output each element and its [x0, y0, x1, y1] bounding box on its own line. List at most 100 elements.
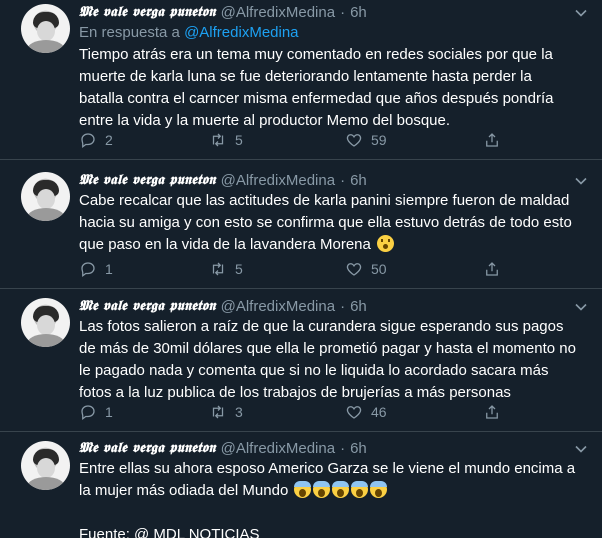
screaming-face-icon	[313, 481, 331, 498]
tweet-text-line: que paso en la vida de la lavandera More…	[79, 234, 589, 256]
reply-prefix: En respuesta a	[79, 24, 180, 41]
avatar-shoulders	[27, 477, 65, 490]
tweet-text: Cabe recalcar que las actitudes de karla…	[79, 190, 589, 256]
tweet-text: Las fotos salieron a raíz de que la cura…	[79, 316, 589, 404]
tweet-text-line: Entre ellas su ahora esposo Americo Garz…	[79, 460, 576, 477]
tweet-actions: 1 5 50	[79, 259, 509, 279]
hushed-face-icon	[377, 235, 395, 252]
avatar[interactable]	[21, 298, 70, 347]
retweet-icon	[212, 133, 224, 147]
timestamp[interactable]: 6h	[350, 4, 367, 21]
tweet-thread: 𝕸𝖊 𝖛𝖆𝖑𝖊 𝖛𝖊𝖗𝖌𝖆 𝖕𝖚𝖓𝖊𝖙𝖔𝖓 @AlfredixMedina · …	[0, 0, 602, 538]
avatar-face	[37, 315, 55, 335]
avatar-face	[37, 458, 55, 478]
separator-dot: ·	[340, 439, 346, 457]
display-name[interactable]: 𝕸𝖊 𝖛𝖆𝖑𝖊 𝖛𝖊𝖗𝖌𝖆 𝖕𝖚𝖓𝖊𝖙𝖔𝖓	[79, 172, 216, 188]
reply-count: 1	[105, 261, 113, 277]
tweet-text-line: muerte de karla luna se fue deteriorando…	[79, 68, 532, 85]
tweet-text-line: la mujer más odiada del Mundo	[79, 480, 589, 502]
retweet-count: 5	[235, 261, 243, 277]
tweet-actions: 2 5 59	[79, 130, 509, 150]
source-line: Fuente: @ MDL NOTICIAS	[79, 526, 260, 538]
screaming-face-icon	[370, 481, 388, 498]
share-icon	[486, 133, 498, 147]
tweet-text: Tiempo atrás era un tema muy comentado e…	[79, 44, 589, 132]
tweet-text-line: entre la vida y la muerte al productor M…	[79, 112, 451, 129]
heart-icon	[346, 406, 362, 419]
separator-dot: ·	[340, 171, 346, 189]
tweet-header: 𝕸𝖊 𝖛𝖆𝖑𝖊 𝖛𝖊𝖗𝖌𝖆 𝖕𝖚𝖓𝖊𝖙𝖔𝖓 @AlfredixMedina · …	[79, 296, 367, 316]
tweet-text-fragment: que paso en la vida de la lavandera More…	[79, 236, 371, 253]
user-handle[interactable]: @AlfredixMedina	[221, 440, 335, 457]
display-name[interactable]: 𝕸𝖊 𝖛𝖆𝖑𝖊 𝖛𝖊𝖗𝖌𝖆 𝖕𝖚𝖓𝖊𝖙𝖔𝖓	[79, 4, 216, 20]
chevron-down-icon[interactable]	[574, 174, 588, 188]
avatar-shoulders	[27, 208, 65, 221]
avatar[interactable]	[21, 441, 70, 490]
timestamp[interactable]: 6h	[350, 298, 367, 315]
retweet-count: 5	[235, 132, 243, 148]
reply-button[interactable]: 1	[79, 259, 113, 279]
heart-icon	[346, 263, 362, 276]
tweet[interactable]: 𝕸𝖊 𝖛𝖆𝖑𝖊 𝖛𝖊𝖗𝖌𝖆 𝖕𝖚𝖓𝖊𝖙𝖔𝖓 @AlfredixMedina · …	[0, 0, 602, 160]
reply-count: 2	[105, 132, 113, 148]
retweet-button[interactable]: 5	[209, 259, 243, 279]
like-count: 46	[371, 404, 387, 420]
user-handle[interactable]: @AlfredixMedina	[221, 298, 335, 315]
display-name[interactable]: 𝕸𝖊 𝖛𝖆𝖑𝖊 𝖛𝖊𝖗𝖌𝖆 𝖕𝖚𝖓𝖊𝖙𝖔𝖓	[79, 440, 216, 456]
avatar-shoulders	[27, 40, 65, 53]
tweet-header: 𝕸𝖊 𝖛𝖆𝖑𝖊 𝖛𝖊𝖗𝖌𝖆 𝖕𝖚𝖓𝖊𝖙𝖔𝖓 @AlfredixMedina · …	[79, 2, 367, 22]
like-button[interactable]: 50	[345, 259, 387, 279]
tweet[interactable]: 𝕸𝖊 𝖛𝖆𝖑𝖊 𝖛𝖊𝖗𝖌𝖆 𝖕𝖚𝖓𝖊𝖙𝖔𝖓 @AlfredixMedina · …	[0, 160, 602, 289]
tweet-text-line: hacia su amiga y con esto se confirma qu…	[79, 214, 572, 231]
reply-icon	[81, 405, 95, 421]
reply-mention-link[interactable]: @AlfredixMedina	[184, 24, 298, 41]
tweet-actions: 1 3 46	[79, 402, 509, 422]
chevron-down-icon[interactable]	[574, 6, 588, 20]
share-button[interactable]	[483, 402, 501, 422]
like-count: 50	[371, 261, 387, 277]
share-button[interactable]	[483, 130, 501, 150]
tweet-text-fragment: la mujer más odiada del Mundo	[79, 482, 289, 499]
share-button[interactable]	[483, 259, 501, 279]
screaming-face-icon	[294, 481, 312, 498]
avatar-face	[37, 189, 55, 209]
tweet-text-line: Cabe recalcar que las actitudes de karla…	[79, 192, 570, 209]
retweet-icon	[212, 405, 224, 419]
separator-dot: ·	[340, 297, 346, 315]
like-button[interactable]: 46	[345, 402, 387, 422]
tweet-text-line: fotos a la luz publica de los trabajos d…	[79, 384, 511, 401]
timestamp[interactable]: 6h	[350, 172, 367, 189]
avatar[interactable]	[21, 172, 70, 221]
screaming-face-icon	[351, 481, 369, 498]
chevron-down-icon[interactable]	[574, 442, 588, 456]
retweet-button[interactable]: 5	[209, 130, 243, 150]
user-handle[interactable]: @AlfredixMedina	[221, 4, 335, 21]
retweet-count: 3	[235, 404, 243, 420]
like-button[interactable]: 59	[345, 130, 387, 150]
avatar[interactable]	[21, 4, 70, 53]
retweet-button[interactable]: 3	[209, 402, 243, 422]
tweet-text: Entre ellas su ahora esposo Americo Garz…	[79, 458, 589, 538]
separator-dot: ·	[340, 3, 346, 21]
reply-button[interactable]: 1	[79, 402, 113, 422]
tweet[interactable]: 𝕸𝖊 𝖛𝖆𝖑𝖊 𝖛𝖊𝖗𝖌𝖆 𝖕𝖚𝖓𝖊𝖙𝖔𝖓 @AlfredixMedina · …	[0, 289, 602, 432]
screaming-face-icon	[332, 481, 350, 498]
tweet-text-line: batalla contra el carncer misma enfermed…	[79, 90, 554, 107]
avatar-shoulders	[27, 334, 65, 347]
user-handle[interactable]: @AlfredixMedina	[221, 172, 335, 189]
like-count: 59	[371, 132, 387, 148]
reply-count: 1	[105, 404, 113, 420]
display-name[interactable]: 𝕸𝖊 𝖛𝖆𝖑𝖊 𝖛𝖊𝖗𝖌𝖆 𝖕𝖚𝖓𝖊𝖙𝖔𝖓	[79, 298, 216, 314]
chevron-down-icon[interactable]	[574, 300, 588, 314]
avatar-face	[37, 21, 55, 41]
tweet[interactable]: 𝕸𝖊 𝖛𝖆𝖑𝖊 𝖛𝖊𝖗𝖌𝖆 𝖕𝖚𝖓𝖊𝖙𝖔𝖓 @AlfredixMedina · …	[0, 432, 602, 538]
tweet-header: 𝕸𝖊 𝖛𝖆𝖑𝖊 𝖛𝖊𝖗𝖌𝖆 𝖕𝖚𝖓𝖊𝖙𝖔𝖓 @AlfredixMedina · …	[79, 170, 367, 190]
reply-button[interactable]: 2	[79, 130, 113, 150]
tweet-text-line: Tiempo atrás era un tema muy comentado e…	[79, 46, 553, 63]
tweet-text-line: Las fotos salieron a raíz de que la cura…	[79, 318, 564, 335]
retweet-icon	[212, 262, 224, 276]
timestamp[interactable]: 6h	[350, 440, 367, 457]
reply-icon	[81, 133, 95, 149]
reply-icon	[81, 262, 95, 278]
